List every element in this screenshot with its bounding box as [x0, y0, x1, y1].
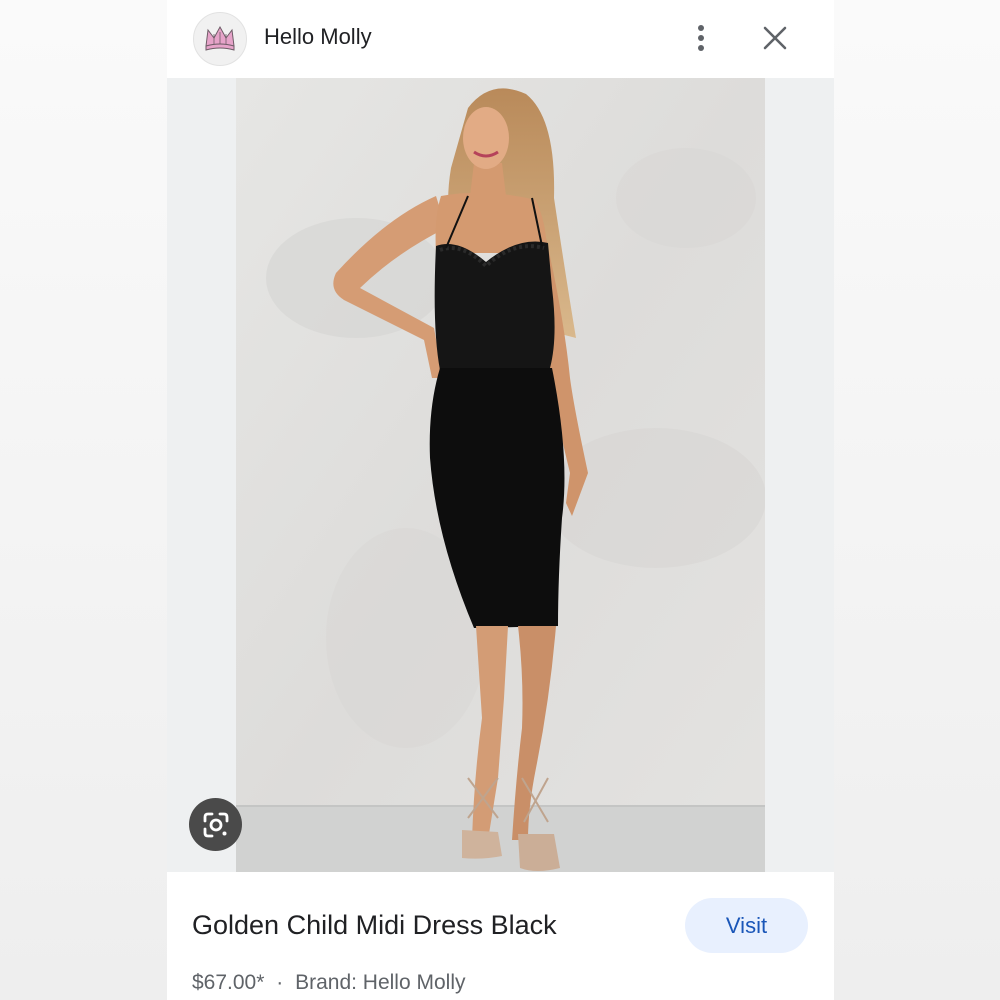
close-icon	[763, 26, 787, 50]
product-title[interactable]: Golden Child Midi Dress Black	[192, 910, 557, 941]
google-lens-button[interactable]	[189, 798, 242, 851]
product-meta: $67.00* · Brand: Hello Molly	[192, 971, 466, 995]
product-brand: Brand: Hello Molly	[295, 971, 466, 994]
visit-button[interactable]: Visit	[685, 898, 808, 953]
crown-icon	[205, 25, 235, 51]
close-button[interactable]	[757, 20, 793, 56]
product-photo[interactable]	[236, 78, 765, 872]
image-preview-area	[167, 78, 834, 872]
product-price: $67.00*	[192, 971, 265, 994]
card-header: Hello Molly	[167, 0, 834, 78]
backdrop-right	[833, 0, 1000, 1000]
result-details: Golden Child Midi Dress Black Visit $67.…	[167, 872, 834, 1000]
site-logo[interactable]	[193, 12, 247, 66]
more-options-button[interactable]	[683, 18, 719, 58]
backdrop-left	[0, 0, 167, 1000]
image-result-card: Hello Molly Golden Child Midi Dress Blac…	[167, 0, 834, 1000]
site-name[interactable]: Hello Molly	[264, 24, 372, 50]
more-vertical-icon	[698, 25, 704, 51]
google-lens-icon	[203, 812, 228, 837]
meta-separator: ·	[276, 971, 284, 994]
